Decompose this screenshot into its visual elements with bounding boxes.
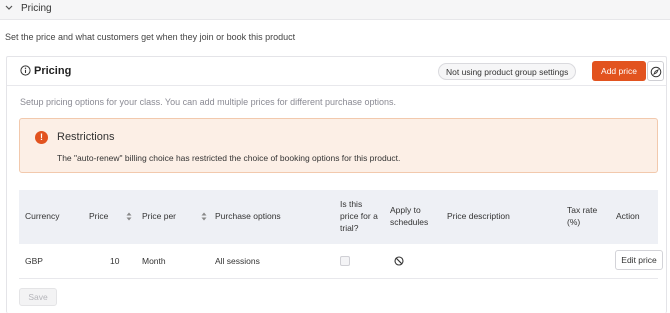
- section-intro: Set the price and what customers get whe…: [5, 32, 296, 42]
- th-currency: Currency: [25, 211, 60, 221]
- th-trial-line-2: price for a: [340, 211, 378, 221]
- compass-icon: [650, 66, 662, 78]
- card-title: Pricing: [34, 65, 72, 77]
- setup-description: Setup pricing options for your class. Yo…: [20, 97, 397, 107]
- cell-price-per: Month: [142, 256, 166, 266]
- th-apply-line-1: Apply to: [390, 205, 421, 215]
- th-price-per[interactable]: Price per: [142, 211, 176, 222]
- th-purchase-options: Purchase options: [215, 211, 281, 221]
- alert-text: The "auto-renew" billing choice has rest…: [57, 153, 401, 163]
- th-description: Price description: [447, 211, 510, 221]
- th-tax-line-2: (%): [567, 217, 581, 227]
- pricing-card: Pricing Not using product group settings…: [6, 56, 667, 313]
- edit-price-button[interactable]: Edit price: [615, 250, 663, 270]
- section-title: Pricing: [21, 3, 52, 14]
- compass-button[interactable]: [647, 61, 664, 81]
- save-button[interactable]: Save: [19, 288, 57, 306]
- th-apply-line-2: schedules: [390, 217, 429, 227]
- chevron-down-icon: [5, 5, 13, 10]
- sort-icon[interactable]: [201, 212, 207, 221]
- th-action: Action: [616, 211, 640, 221]
- sort-icon[interactable]: [126, 212, 132, 221]
- ban-icon: [394, 256, 404, 266]
- th-trial-line-3: trial?: [340, 223, 359, 233]
- th-tax-line-1: Tax rate: [567, 205, 598, 215]
- pricing-section-header[interactable]: Pricing: [0, 0, 670, 20]
- table-row: GBP 10 Month All sessions Edit price: [19, 244, 663, 279]
- add-price-button[interactable]: Add price: [592, 61, 646, 81]
- restrictions-alert: ! Restrictions The "auto-renew" billing …: [19, 118, 658, 173]
- alert-title: Restrictions: [57, 131, 115, 143]
- alert-exclamation-icon: !: [35, 131, 48, 144]
- cell-price: 10: [110, 256, 120, 266]
- card-header: Pricing Not using product group settings…: [7, 57, 666, 86]
- trial-checkbox[interactable]: [340, 256, 350, 266]
- table-header: Currency Price Price per Purchase option…: [19, 190, 658, 244]
- group-settings-badge[interactable]: Not using product group settings: [438, 63, 577, 80]
- cell-purchase-options: All sessions: [215, 256, 260, 266]
- info-icon: [20, 65, 31, 76]
- th-trial-line-1: Is this: [340, 199, 363, 209]
- th-price[interactable]: Price: [89, 211, 108, 222]
- cell-currency: GBP: [25, 256, 43, 266]
